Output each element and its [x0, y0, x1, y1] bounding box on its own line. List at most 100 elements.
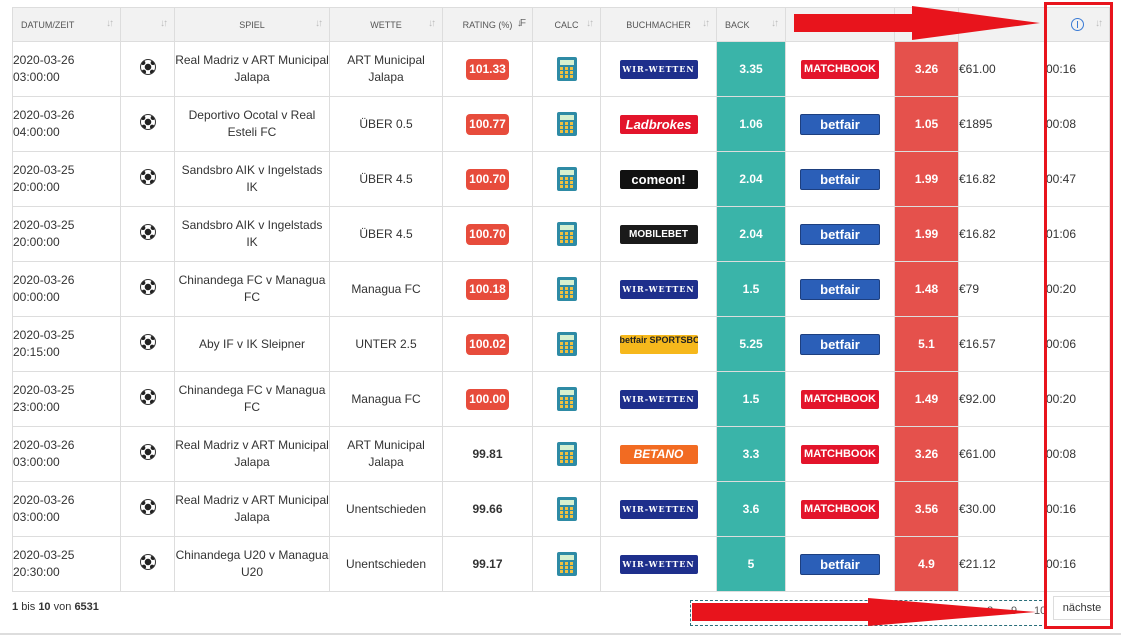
- bookmaker-cell[interactable]: WIR-WETTEN: [600, 41, 717, 97]
- calculator-icon[interactable]: [556, 167, 577, 191]
- bookmaker-logo[interactable]: BETANO: [619, 444, 698, 464]
- sort-icon[interactable]: ↓↑: [771, 18, 779, 29]
- back-odds-cell[interactable]: 5.25: [716, 316, 786, 372]
- lay-odds[interactable]: 4.9: [918, 557, 935, 571]
- event-cell[interactable]: Real Madriz v ART Municipal Jalapa: [174, 481, 330, 537]
- calc-cell[interactable]: [532, 96, 601, 152]
- exchange-logo[interactable]: betfair: [800, 223, 880, 245]
- back-odds-cell[interactable]: 2.04: [716, 151, 786, 207]
- exchange-logo[interactable]: betfair: [800, 553, 880, 575]
- exchange-cell[interactable]: MATCHBOOK: [785, 426, 895, 482]
- lay-odds-cell[interactable]: 1.05: [894, 96, 959, 152]
- exchange-cell[interactable]: MATCHBOOK: [785, 481, 895, 537]
- bookmaker-cell[interactable]: WIR-WETTEN: [600, 481, 717, 537]
- bookmaker-logo[interactable]: WIR-WETTEN: [619, 499, 698, 519]
- back-odds-cell[interactable]: 3.6: [716, 481, 786, 537]
- bookmaker-cell[interactable]: betfair SPORTSBOOK: [600, 316, 717, 372]
- event-name[interactable]: Sandsbro AIK v Ingelstads IK: [182, 163, 323, 194]
- col-header-date[interactable]: DATUM/ZEIT ↓↑: [12, 7, 121, 42]
- sort-icon[interactable]: ↓↑: [702, 18, 710, 29]
- calc-cell[interactable]: [532, 151, 601, 207]
- col-header-time[interactable]: ↓↑: [1045, 7, 1110, 42]
- calc-cell[interactable]: [532, 206, 601, 262]
- exchange-logo[interactable]: MATCHBOOK: [801, 499, 879, 519]
- exchange-cell[interactable]: betfair: [785, 261, 895, 317]
- event-cell[interactable]: Aby IF v IK Sleipner: [174, 316, 330, 372]
- col-header-bookmaker[interactable]: BUCHMACHER ↓↑: [600, 7, 717, 42]
- col-header-exchange[interactable]: [785, 7, 895, 42]
- exchange-logo[interactable]: betfair: [800, 278, 880, 300]
- calc-cell[interactable]: [532, 536, 601, 592]
- bookmaker-cell[interactable]: MOBILEBET: [600, 206, 717, 262]
- page-link[interactable]: 8: [987, 605, 993, 617]
- event-name[interactable]: Real Madriz v ART Municipal Jalapa: [175, 438, 329, 469]
- calculator-icon[interactable]: [556, 57, 577, 81]
- bookmaker-logo[interactable]: WIR-WETTEN: [619, 554, 698, 574]
- col-header-bet[interactable]: WETTE ↓↑: [329, 7, 443, 42]
- event-cell[interactable]: Real Madriz v ART Municipal Jalapa: [174, 426, 330, 482]
- exchange-logo[interactable]: betfair: [800, 333, 880, 355]
- exchange-cell[interactable]: betfair: [785, 96, 895, 152]
- calculator-icon[interactable]: [556, 112, 577, 136]
- bookmaker-logo[interactable]: MOBILEBET: [619, 224, 698, 244]
- col-header-rating[interactable]: RATING (%) ↓F: [442, 7, 533, 42]
- event-name[interactable]: Chinandega FC v Managua FC: [179, 273, 326, 304]
- calc-cell[interactable]: [532, 261, 601, 317]
- lay-odds[interactable]: 3.26: [915, 447, 938, 461]
- calc-cell[interactable]: [532, 481, 601, 537]
- back-odds[interactable]: 3.35: [739, 62, 762, 76]
- event-name[interactable]: Chinandega FC v Managua FC: [179, 383, 326, 414]
- bookmaker-cell[interactable]: WIR-WETTEN: [600, 261, 717, 317]
- col-header-back[interactable]: BACK ↓↑: [716, 7, 786, 42]
- event-name[interactable]: Deportivo Ocotal v Real Esteli FC: [189, 108, 316, 139]
- lay-odds[interactable]: 1.48: [915, 282, 938, 296]
- back-odds-cell[interactable]: 1.5: [716, 261, 786, 317]
- bookmaker-cell[interactable]: Ladbrokes: [600, 96, 717, 152]
- lay-odds[interactable]: 1.99: [915, 227, 938, 241]
- lay-odds[interactable]: 1.49: [915, 392, 938, 406]
- back-odds[interactable]: 1.06: [739, 117, 762, 131]
- event-name[interactable]: Sandsbro AIK v Ingelstads IK: [182, 218, 323, 249]
- sort-icon[interactable]: ↓↑: [315, 18, 323, 29]
- back-odds[interactable]: 3.6: [743, 502, 760, 516]
- event-cell[interactable]: Chinandega FC v Managua FC: [174, 261, 330, 317]
- bookmaker-cell[interactable]: BETANO: [600, 426, 717, 482]
- lay-odds[interactable]: 3.56: [915, 502, 938, 516]
- next-page-button[interactable]: nächste: [1053, 596, 1111, 620]
- lay-odds-cell[interactable]: 5.1: [894, 316, 959, 372]
- sort-desc-icon[interactable]: ↓F: [517, 18, 526, 29]
- back-odds[interactable]: 1.5: [743, 392, 760, 406]
- sort-icon[interactable]: ↓↑: [106, 18, 114, 29]
- exchange-cell[interactable]: MATCHBOOK: [785, 41, 895, 97]
- back-odds[interactable]: 1.5: [743, 282, 760, 296]
- sort-icon[interactable]: ↓↑: [160, 18, 168, 29]
- col-header-lay[interactable]: [894, 7, 959, 42]
- back-odds-cell[interactable]: 5: [716, 536, 786, 592]
- sort-icon[interactable]: ↓↑: [586, 18, 594, 29]
- back-odds-cell[interactable]: 2.04: [716, 206, 786, 262]
- bookmaker-logo[interactable]: WIR-WETTEN: [619, 389, 698, 409]
- lay-odds-cell[interactable]: 1.48: [894, 261, 959, 317]
- calculator-icon[interactable]: [556, 277, 577, 301]
- exchange-cell[interactable]: betfair: [785, 151, 895, 207]
- col-header-calc[interactable]: CALC ↓↑: [532, 7, 601, 42]
- calculator-icon[interactable]: [556, 497, 577, 521]
- calculator-icon[interactable]: [556, 222, 577, 246]
- event-name[interactable]: Aby IF v IK Sleipner: [199, 337, 305, 351]
- page-link[interactable]: 10: [1034, 605, 1046, 617]
- back-odds-cell[interactable]: 1.06: [716, 96, 786, 152]
- lay-odds-cell[interactable]: 3.56: [894, 481, 959, 537]
- lay-odds[interactable]: 1.99: [915, 172, 938, 186]
- exchange-cell[interactable]: betfair: [785, 316, 895, 372]
- exchange-logo[interactable]: MATCHBOOK: [801, 444, 879, 464]
- exchange-cell[interactable]: betfair: [785, 206, 895, 262]
- calculator-icon[interactable]: [556, 332, 577, 356]
- lay-odds-cell[interactable]: 1.99: [894, 206, 959, 262]
- lay-odds-cell[interactable]: 4.9: [894, 536, 959, 592]
- col-header-event[interactable]: SPIEL ↓↑: [174, 7, 330, 42]
- bookmaker-cell[interactable]: WIR-WETTEN: [600, 536, 717, 592]
- event-cell[interactable]: Deportivo Ocotal v Real Esteli FC: [174, 96, 330, 152]
- back-odds[interactable]: 5: [748, 557, 755, 571]
- lay-odds[interactable]: 3.26: [915, 62, 938, 76]
- exchange-logo[interactable]: betfair: [800, 113, 880, 135]
